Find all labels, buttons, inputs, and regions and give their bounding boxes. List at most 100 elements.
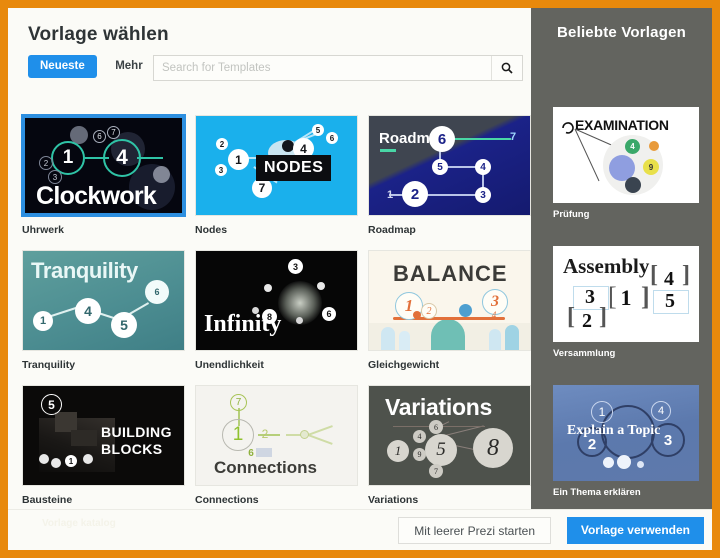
template-art-title: Variations: [385, 394, 492, 420]
template-thumbnail: 5 1 BUILDING BLOCKS: [22, 385, 185, 486]
connector: [449, 138, 511, 140]
node-number: 7: [230, 394, 247, 411]
template-thumbnail: 1 2 3 4 5 6 7 NODES: [195, 115, 358, 216]
popular-label: Prüfung: [553, 209, 590, 220]
search-button[interactable]: [491, 56, 522, 80]
popular-art-title: Assembly: [563, 254, 650, 278]
use-template-button[interactable]: Vorlage verwenden: [566, 517, 704, 544]
bracket-left: [: [650, 262, 658, 288]
popular-thumbnail: EXAMINATION 4 9: [553, 107, 699, 203]
connector: [421, 194, 483, 196]
deco-block: [71, 430, 97, 446]
node-number: 5: [41, 394, 62, 415]
popular-card-pruefung[interactable]: EXAMINATION 4 9 Prüfung: [553, 107, 699, 220]
popular-card-ein-thema-erklaeren[interactable]: 1 2 3 4 Explain a Topic Ein Thema erklär…: [553, 385, 699, 498]
template-label: Bausteine: [22, 494, 73, 506]
node-number: 7: [509, 131, 517, 143]
template-thumbnail: 1 4 2 3 6 7 Clockwork: [21, 114, 186, 217]
template-card-tranquility[interactable]: Tranquility 1 4 5 6 Tranquility: [22, 250, 185, 371]
filter-row: Neueste Mehr: [28, 55, 523, 83]
dialog-footer: Vorlage katalog Mit leerer Prezi starten…: [8, 509, 712, 550]
deco-fulcrum: [431, 319, 465, 350]
template-grid: 1 4 2 3 6 7 Clockwork Uhrwerk 1 2 3 4 5 …: [21, 114, 531, 513]
bracket-right: ]: [682, 262, 690, 288]
node-number: 4: [103, 139, 141, 177]
bracket-left: [: [608, 282, 617, 311]
template-card-uhrwerk[interactable]: 1 4 2 3 6 7 Clockwork Uhrwerk: [21, 114, 186, 236]
start-blank-prezi-button[interactable]: Mit leerer Prezi starten: [398, 517, 551, 544]
tab-neueste[interactable]: Neueste: [28, 55, 97, 78]
template-art-title: NODES: [256, 155, 332, 181]
template-art-title: Connections: [214, 458, 317, 477]
deco-dot: [617, 455, 631, 469]
popular-templates-panel: Beliebte Vorlagen EXAMINATION 4 9 Prüfun…: [531, 8, 712, 510]
search-input[interactable]: [154, 56, 492, 80]
template-thumbnail: Roadmap 1 2 3 4 5 6 7: [368, 115, 531, 216]
node-number: 7: [252, 178, 272, 198]
node-number: 6: [145, 280, 169, 304]
connector: [307, 434, 333, 445]
template-card-bausteine[interactable]: 5 1 BUILDING BLOCKS Bausteine: [22, 385, 185, 506]
popular-card-versammlung[interactable]: Assembly 1 2 3 4 5 [ ] [ ] [ ] Versammlu…: [553, 246, 699, 359]
template-label: Nodes: [195, 224, 228, 236]
template-thumbnail: BALANCE 1 2 3 4: [368, 250, 531, 351]
node-number: 1: [591, 401, 613, 423]
node-number: 7: [107, 126, 120, 139]
node-number: 5: [432, 159, 448, 175]
deco-building: [399, 331, 410, 350]
deco-dot: [264, 284, 272, 292]
popular-art-title: Explain a Topic: [567, 423, 661, 438]
node-number: 1: [620, 285, 632, 310]
node-number: 3: [288, 259, 303, 274]
node-number: 1: [228, 149, 249, 170]
node-number: 4: [651, 401, 671, 421]
popular-panel-heading: Beliebte Vorlagen: [557, 24, 686, 41]
deco-dot: [637, 461, 644, 468]
template-card-connections[interactable]: 7 1 2 6 Connections Connections: [195, 385, 358, 506]
template-art-title: BALANCE: [393, 261, 508, 286]
node-number: 6: [326, 132, 338, 144]
deco-block: [55, 412, 77, 432]
template-label: Tranquility: [22, 359, 76, 371]
search-icon: [501, 62, 513, 74]
tab-mehr[interactable]: Mehr: [105, 55, 150, 78]
recycle-icon: [562, 122, 574, 134]
template-label: Uhrwerk: [22, 224, 65, 236]
template-card-gleichgewicht[interactable]: BALANCE 1 2 3 4 Gleichgewicht: [368, 250, 531, 371]
node-number: 2: [216, 138, 228, 150]
node-number: 2: [261, 427, 269, 441]
catalog-note: Vorlage katalog: [42, 518, 116, 529]
deco-building: [505, 325, 519, 350]
template-thumbnail: 3 8 6 Infinity: [195, 250, 358, 351]
node-number: 9: [643, 159, 659, 175]
node-number: 7: [429, 464, 443, 478]
node-number: 4: [75, 298, 101, 324]
node-number: 1: [386, 189, 394, 201]
popular-thumbnail: Assembly 1 2 3 4 5 [ ] [ ] [ ]: [553, 246, 699, 342]
deco-dot: [39, 454, 49, 464]
node-number: 4: [413, 430, 426, 443]
search-box: [153, 55, 523, 81]
template-card-unendlichkeit[interactable]: 3 8 6 Infinity Unendlichkeit: [195, 250, 358, 371]
template-thumbnail: Variations 1 5 8 4 6 7 9: [368, 385, 531, 486]
popular-label: Ein Thema erklären: [553, 487, 641, 498]
template-label: Connections: [195, 494, 259, 506]
node-number: 8: [473, 428, 513, 468]
deco-dot: [649, 141, 659, 151]
bracket-left: [: [567, 304, 575, 330]
page-title: Vorlage wählen: [28, 24, 169, 45]
template-card-roadmap[interactable]: Roadmap 1 2 3 4 5 6 7 Roadmap: [368, 115, 531, 236]
connector: [307, 425, 333, 436]
node-number: 2: [39, 156, 53, 170]
bracket-right: ]: [641, 282, 650, 311]
deco-dot: [317, 282, 325, 290]
template-card-nodes[interactable]: 1 2 3 4 5 6 7 NODES Nodes: [195, 115, 358, 236]
node-number: 6: [429, 126, 455, 152]
deco-dot: [296, 317, 303, 324]
template-art-title: Clockwork: [36, 182, 157, 210]
deco-underline: [380, 149, 396, 152]
node-number: 5: [111, 312, 137, 338]
template-card-variations[interactable]: Variations 1 5 8 4 6 7 9 Variations: [368, 385, 531, 506]
node-number: 4: [491, 310, 497, 320]
deco-dot: [625, 177, 641, 193]
